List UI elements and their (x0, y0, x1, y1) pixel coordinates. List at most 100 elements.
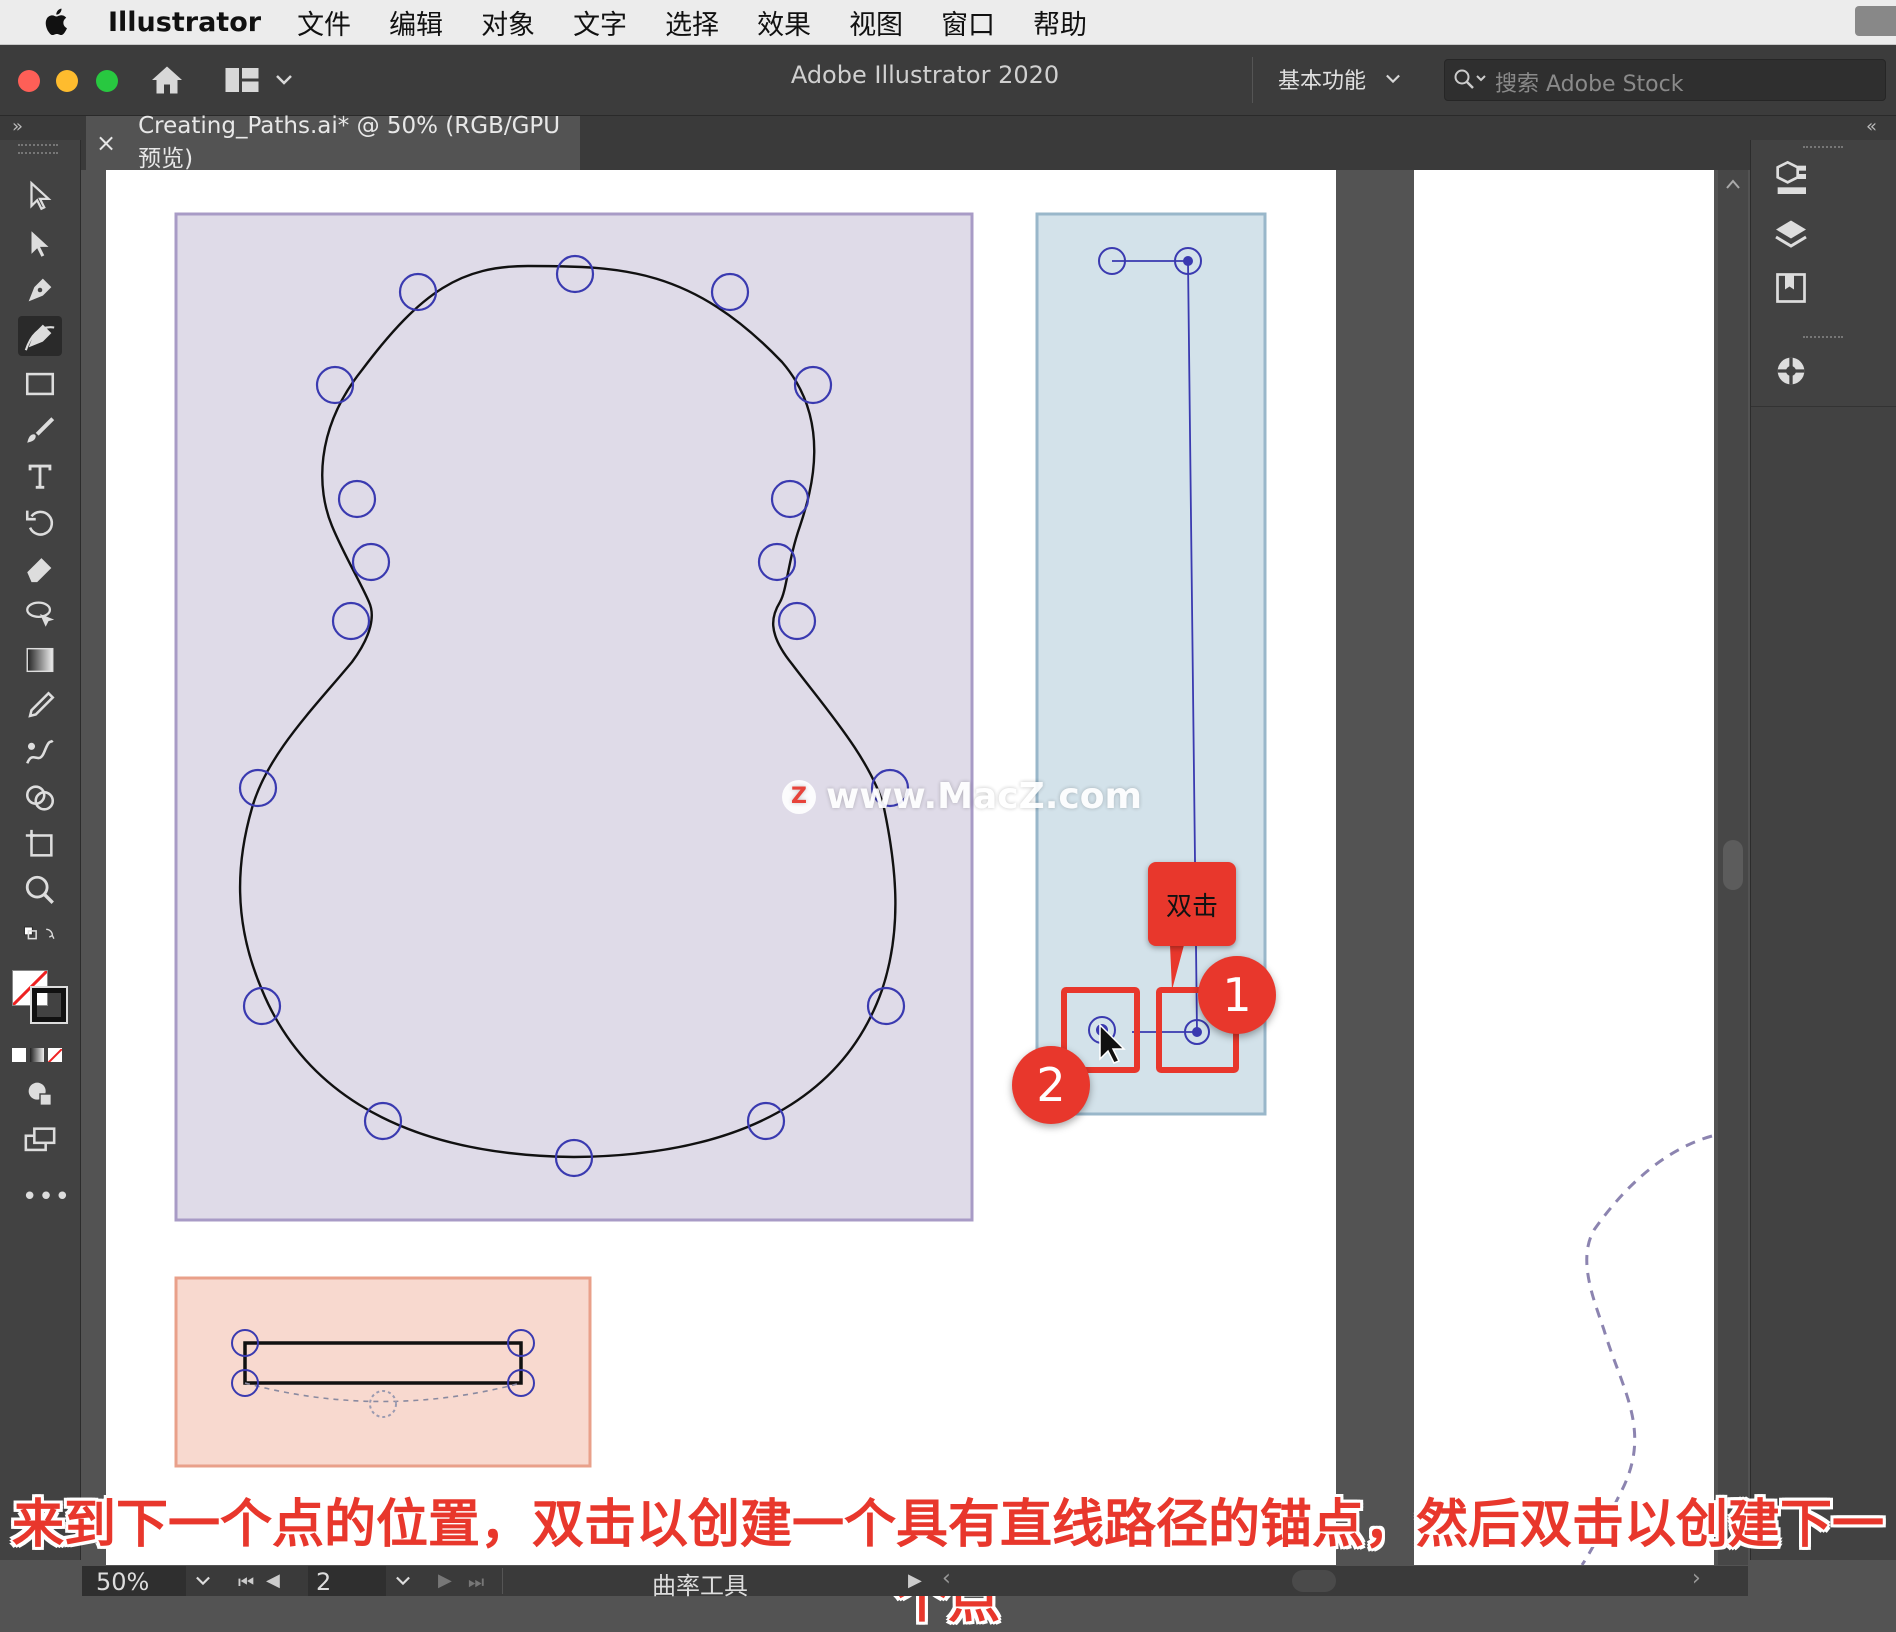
menu-file[interactable]: 文件 (297, 3, 351, 42)
menu-object[interactable]: 对象 (481, 3, 535, 42)
panel-grip[interactable] (18, 144, 58, 154)
app-titlebar: Adobe Illustrator 2020 基本功能 搜索 Adobe Sto… (0, 45, 1896, 116)
close-tab-icon[interactable]: × (96, 129, 116, 157)
pen-tool[interactable] (18, 270, 62, 310)
shape-builder-tool[interactable] (18, 778, 62, 818)
search-icon (1454, 69, 1486, 89)
shape-builder-icon (25, 785, 55, 811)
menu-window[interactable]: 窗口 (941, 3, 995, 42)
watermark: Z www.MacZ.com (782, 776, 1142, 817)
artboard-tool[interactable] (18, 824, 62, 864)
layers-icon[interactable] (1773, 216, 1809, 252)
free-transform-tool[interactable] (18, 594, 62, 634)
menubar-extra (1855, 6, 1896, 36)
gradient-icon (26, 647, 54, 673)
panel-dock (1750, 140, 1896, 1560)
direct-selection-tool[interactable] (18, 224, 62, 264)
artboard-icon (25, 829, 53, 857)
scroll-thumb[interactable] (1723, 840, 1743, 890)
none-mode-icon[interactable] (48, 1048, 62, 1062)
eyedropper-tool[interactable] (18, 686, 62, 726)
blend-tool[interactable] (18, 732, 62, 772)
paintbrush-tool[interactable] (18, 410, 62, 450)
artwork-layer[interactable] (82, 170, 1748, 1565)
artboard-number: 2 (316, 1568, 332, 1596)
type-tool[interactable] (18, 456, 62, 496)
scroll-right-icon[interactable]: › (1692, 1566, 1701, 1591)
draw-mode-icon (28, 1082, 53, 1107)
panel-grip[interactable] (1803, 146, 1843, 152)
home-icon[interactable] (148, 62, 186, 98)
document-tab[interactable]: × Creating_Paths.ai* @ 50% (RGB/GPU 预览) (86, 113, 580, 172)
rotate-tool[interactable] (18, 502, 62, 542)
window-title: Adobe Illustrator 2020 (790, 61, 1060, 89)
fill-stroke-swatch[interactable] (10, 970, 70, 1026)
divider (502, 1568, 503, 1594)
paintbrush-icon (27, 417, 55, 443)
color-mode-icon[interactable] (12, 1048, 26, 1062)
scroll-left-icon[interactable]: ‹ (942, 1566, 951, 1591)
vertical-scrollbar[interactable] (1718, 170, 1748, 1565)
next-artboard-icon[interactable]: ▶ (438, 1570, 452, 1591)
prev-artboard-icon[interactable]: ◀ (266, 1570, 280, 1591)
system-menubar: Illustrator 文件 编辑 对象 文字 选择 效果 视图 窗口 帮助 (0, 0, 1896, 45)
zoom-field[interactable]: 50% (82, 1566, 186, 1596)
menu-effect[interactable]: 效果 (757, 3, 811, 42)
collapse-toolbar-icon[interactable]: » (12, 116, 23, 137)
rectangle-tool[interactable] (18, 364, 62, 404)
horizontal-scroll-thumb[interactable] (1292, 1570, 1336, 1592)
stock-search-input[interactable]: 搜索 Adobe Stock (1444, 59, 1886, 101)
selection-arrow-icon (30, 180, 52, 211)
canvas-area[interactable]: 双击 1 2 Z www.MacZ.com (82, 170, 1748, 1565)
artboard-number-field[interactable]: 2 (308, 1566, 386, 1596)
divider (1751, 406, 1896, 407)
watermark-logo-icon: Z (782, 779, 816, 814)
gradient-tool[interactable] (18, 640, 62, 680)
last-artboard-icon[interactable]: ⏭ (468, 1572, 484, 1593)
stroke-black-swatch[interactable] (30, 986, 68, 1024)
menu-type[interactable]: 文字 (573, 3, 627, 42)
color-guide-icon[interactable] (1771, 350, 1811, 392)
screen-mode-tool[interactable] (18, 1120, 62, 1160)
close-window-button[interactable] (18, 70, 40, 92)
workspace-layout-icon[interactable] (224, 65, 260, 95)
rectangle-icon (25, 372, 55, 396)
menu-edit[interactable]: 编辑 (389, 3, 443, 42)
selection-tool[interactable] (18, 176, 62, 216)
chevron-down-icon[interactable] (194, 1574, 212, 1588)
zoom-tool[interactable] (18, 870, 62, 910)
minimize-window-button[interactable] (56, 70, 78, 92)
panel-grip[interactable] (1803, 336, 1843, 342)
eraser-icon (27, 558, 52, 583)
chevron-down-icon[interactable] (394, 1574, 412, 1588)
menu-view[interactable]: 视图 (849, 3, 903, 42)
chevron-down-icon[interactable] (1384, 72, 1402, 86)
gradient-mode-icon[interactable] (30, 1048, 44, 1062)
rotate-icon (25, 510, 54, 536)
color-mode-buttons[interactable] (12, 1046, 68, 1064)
zoom-window-button[interactable] (96, 70, 118, 92)
zoom-value: 50% (96, 1568, 150, 1596)
chevron-down-icon[interactable] (274, 72, 294, 88)
more-tools-icon[interactable]: ••• (22, 1182, 71, 1212)
zoom-magnifier-icon (25, 875, 54, 904)
workspace-switcher[interactable]: 基本功能 (1278, 63, 1366, 95)
anchor-point-center (1192, 1027, 1202, 1037)
swap-fill-stroke[interactable] (18, 914, 62, 954)
curvature-tool[interactable] (18, 316, 62, 356)
collapse-panels-icon[interactable]: « (1866, 116, 1877, 137)
status-menu-icon[interactable]: ▶ (908, 1570, 922, 1591)
menu-help[interactable]: 帮助 (1033, 3, 1087, 42)
step-badge-1: 1 (1198, 956, 1276, 1034)
draw-mode-tool[interactable] (18, 1074, 62, 1114)
app-name-menu[interactable]: Illustrator (108, 7, 261, 38)
eraser-tool[interactable] (18, 548, 62, 588)
type-t-icon (28, 464, 52, 489)
pen-icon (28, 278, 52, 302)
first-artboard-icon[interactable]: ⏮ (238, 1572, 254, 1593)
menu-select[interactable]: 选择 (665, 3, 719, 42)
scroll-up-icon[interactable] (1725, 178, 1741, 190)
apple-icon[interactable] (40, 5, 74, 39)
artboards-panel-icon[interactable] (1773, 270, 1809, 306)
libraries-icon[interactable] (1771, 158, 1811, 200)
